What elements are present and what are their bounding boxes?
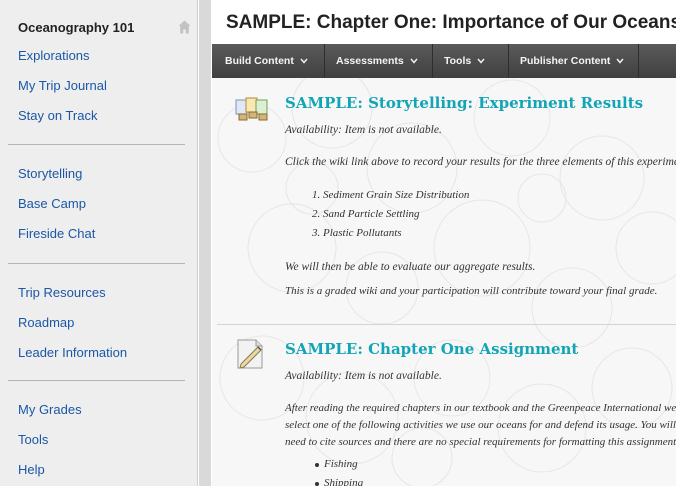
ordered-list-item: 3. Plastic Pollutants: [312, 227, 402, 239]
bullet-list-item: Fishing: [324, 458, 358, 470]
build-content-menu[interactable]: Build Content: [225, 55, 308, 67]
nav-link-explorations[interactable]: Explorations: [18, 48, 90, 63]
toolbar-separator: [638, 44, 639, 78]
ordered-list-item: 1. Sediment Grain Size Distribution: [312, 189, 470, 201]
item-paragraph-line: need to cite sources and there are no sp…: [285, 436, 676, 448]
publisher-content-label: Publisher Content: [520, 55, 611, 67]
availability-text: Availability: Item is not available.: [285, 124, 442, 136]
nav-link-help[interactable]: Help: [18, 462, 45, 477]
home-icon[interactable]: [178, 20, 191, 34]
chevron-down-icon: [300, 58, 308, 64]
nav-link-my-trip-journal[interactable]: My Trip Journal: [18, 78, 107, 93]
bullet-icon: [315, 482, 319, 486]
ordered-list-item: 2. Sand Particle Settling: [312, 208, 420, 220]
nav-link-fireside-chat[interactable]: Fireside Chat: [18, 226, 95, 241]
item-paragraph-line: After reading the required chapters in o…: [285, 402, 676, 414]
toolbar-separator: [432, 44, 433, 78]
nav-link-base-camp[interactable]: Base Camp: [18, 196, 86, 211]
availability-text: Availability: Item is not available.: [285, 370, 442, 382]
item-title-link[interactable]: SAMPLE: Chapter One Assignment: [285, 340, 578, 358]
toolbar-separator: [324, 44, 325, 78]
nav-link-stay-on-track[interactable]: Stay on Track: [18, 108, 97, 123]
item-title-link[interactable]: SAMPLE: Storytelling: Experiment Results: [285, 94, 643, 112]
course-menu: Oceanography 101 Explorations My Trip Jo…: [0, 0, 198, 486]
course-title[interactable]: Oceanography 101: [18, 20, 134, 35]
nav-link-trip-resources[interactable]: Trip Resources: [18, 285, 106, 300]
item-instructions: Click the wiki link above to record your…: [285, 156, 676, 168]
assignment-icon: [237, 339, 263, 369]
toolbar-separator: [508, 44, 509, 78]
content-list: SAMPLE: Storytelling: Experiment Results…: [212, 78, 676, 486]
menu-divider: [8, 263, 185, 264]
item-paragraph: This is a graded wiki and your participa…: [285, 285, 658, 297]
page-title: SAMPLE: Chapter One: Importance of Our O…: [226, 12, 676, 33]
bullet-icon: [315, 463, 319, 467]
chevron-down-icon: [477, 58, 485, 64]
wiki-icon: [235, 97, 268, 121]
menu-divider: [8, 380, 185, 381]
item-divider: [217, 324, 676, 325]
chevron-down-icon: [616, 58, 624, 64]
assessments-label: Assessments: [336, 55, 404, 67]
bullet-list-item: Shipping: [324, 477, 364, 486]
nav-link-leader-information[interactable]: Leader Information: [18, 345, 127, 360]
nav-link-roadmap[interactable]: Roadmap: [18, 315, 74, 330]
build-content-label: Build Content: [225, 55, 294, 67]
tools-label: Tools: [444, 55, 472, 67]
item-paragraph-line: select one of the following activities w…: [285, 419, 676, 431]
nav-link-storytelling[interactable]: Storytelling: [18, 166, 82, 181]
menu-collapse-handle[interactable]: [199, 0, 211, 486]
chevron-down-icon: [410, 58, 418, 64]
item-paragraph: We will then be able to evaluate our agg…: [285, 261, 536, 273]
tools-menu[interactable]: Tools: [444, 55, 485, 67]
nav-link-my-grades[interactable]: My Grades: [18, 402, 82, 417]
menu-divider: [8, 144, 185, 145]
publisher-content-menu[interactable]: Publisher Content: [520, 55, 624, 67]
action-bar: Build Content Assessments Tools Publishe…: [212, 44, 676, 78]
nav-link-tools[interactable]: Tools: [18, 432, 48, 447]
assessments-menu[interactable]: Assessments: [336, 55, 418, 67]
